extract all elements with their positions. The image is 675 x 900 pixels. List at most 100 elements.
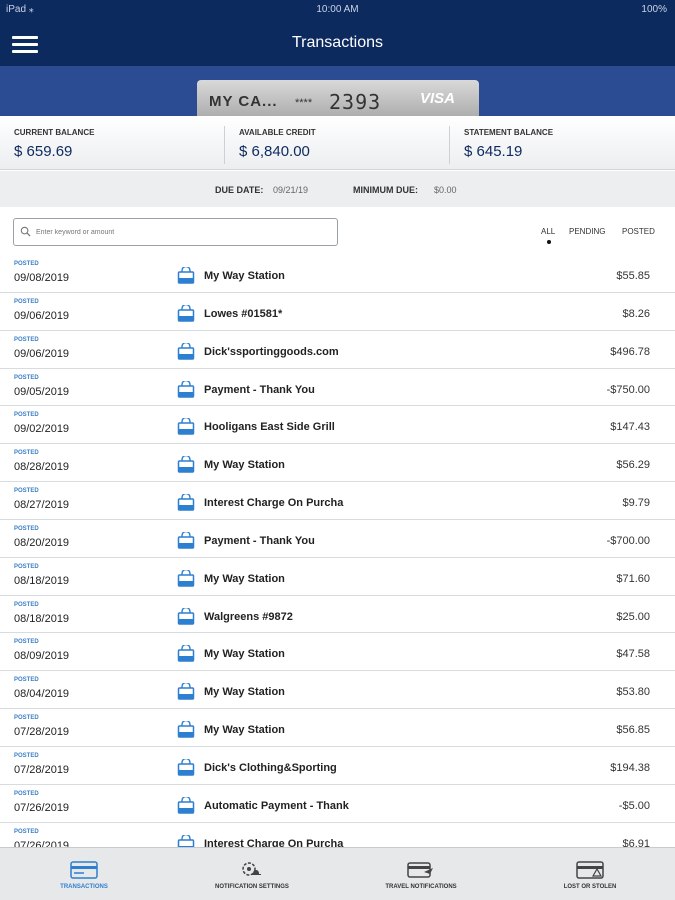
shopping-bag-icon: [177, 607, 195, 625]
filter-posted[interactable]: POSTED: [622, 227, 655, 236]
statement-balance: STATEMENT BALANCE $ 645.19: [464, 116, 664, 170]
transaction-status: POSTED: [14, 639, 39, 646]
transaction-row[interactable]: POSTED 08/09/2019 My Way Station $47.58: [0, 633, 675, 672]
transaction-row[interactable]: POSTED 07/26/2019 Automatic Payment - Than…: [0, 785, 675, 823]
statement-balance-label: STATEMENT BALANCE: [464, 128, 554, 137]
transaction-status: POSTED: [14, 563, 39, 570]
transaction-row[interactable]: POSTED 08/18/2019 My Way Station $71.60: [0, 558, 675, 596]
transaction-amount: $147.43: [610, 421, 650, 434]
transaction-date: 09/06/2019: [14, 347, 70, 360]
transaction-amount: $53.80: [616, 686, 650, 699]
transaction-description: My Way Station: [204, 459, 285, 472]
minimum-due-label: MINIMUM DUE:: [353, 185, 418, 195]
transaction-row[interactable]: POSTED 08/20/2019 Payment - Thank You -$700…: [0, 520, 675, 558]
transaction-status: POSTED: [14, 261, 39, 267]
shopping-bag-icon: [177, 418, 195, 436]
tab-travel-notifications[interactable]: TRAVEL NOTIFICATIONS: [337, 848, 505, 900]
available-credit: AVAILABLE CREDIT $ 6,840.00: [239, 116, 439, 170]
search-box[interactable]: [13, 218, 338, 246]
transaction-date: 09/08/2019: [14, 272, 70, 284]
transaction-amount: $25.00: [616, 610, 650, 623]
transaction-date: 07/26/2019: [14, 801, 70, 814]
transaction-row[interactable]: POSTED 08/28/2019 My Way Station $56.29: [0, 444, 675, 483]
tab-lost-or-stolen[interactable]: LOST OR STOLEN: [506, 848, 674, 900]
due-date-value: 09/21/19: [273, 185, 309, 195]
available-credit-value: $ 6,840.00: [239, 143, 310, 160]
transaction-status: POSTED: [14, 450, 39, 457]
transaction-date: 09/05/2019: [14, 385, 70, 398]
transaction-status: POSTED: [14, 601, 39, 608]
transaction-row[interactable]: POSTED 08/18/2019 Walgreens #9872 $25.00: [0, 596, 675, 634]
transaction-row[interactable]: POSTED 07/26/2019 Interest Charge On Purch…: [0, 823, 675, 847]
credit-card[interactable]: MY CA... **** 2393 VISA: [197, 80, 479, 120]
tab-label: LOST OR STOLEN: [563, 884, 617, 890]
transaction-amount: $496.78: [610, 345, 650, 358]
shopping-bag-icon: [177, 494, 195, 511]
transaction-amount: $55.85: [616, 270, 650, 282]
transaction-row[interactable]: POSTED 09/06/2019 Lowes #01581* $8.26: [0, 293, 675, 331]
filter-all[interactable]: ALL: [541, 227, 555, 236]
shopping-bag-icon: [177, 456, 195, 473]
filter-pending[interactable]: PENDING: [569, 227, 605, 236]
transaction-description: Dick's Clothing&Sporting: [204, 761, 337, 774]
transaction-date: 07/28/2019: [14, 763, 70, 776]
transaction-date: 09/06/2019: [14, 309, 70, 322]
transaction-amount: $47.58: [616, 648, 650, 661]
transaction-date: 08/18/2019: [14, 574, 70, 587]
tab-notification-settings[interactable]: NOTIFICATION SETTINGS: [168, 848, 336, 900]
active-filter-indicator: [547, 240, 551, 244]
due-date-label: DUE DATE:: [215, 185, 264, 195]
page-title: Transactions: [292, 34, 383, 51]
transaction-amount: -$750.00: [606, 383, 650, 396]
transaction-row[interactable]: POSTED 08/04/2019 My Way Station $53.80: [0, 671, 675, 710]
transaction-date: 08/09/2019: [14, 650, 70, 663]
transaction-row[interactable]: POSTED 08/27/2019 Interest Charge On Purch…: [0, 482, 675, 520]
gear-bell-icon: [242, 862, 261, 876]
battery-label: 100%: [641, 4, 667, 15]
transaction-amount: -$700.00: [606, 534, 650, 547]
nav-bar: Transactions: [0, 20, 675, 66]
transaction-row[interactable]: POSTED 09/08/2019 My Way Station $55.85: [0, 255, 675, 293]
transaction-description: Payment - Thank You: [204, 534, 315, 547]
status-bar: iPad ⁎ 10:00 AM 100%: [0, 0, 675, 20]
transaction-description: Hooligans East Side Grill: [204, 421, 335, 434]
shopping-bag-icon: [177, 342, 195, 360]
transaction-description: Walgreens #9872: [204, 610, 293, 623]
transaction-row[interactable]: POSTED 09/02/2019 Hooligans East Side Gril…: [0, 406, 675, 445]
shopping-bag-icon: [177, 531, 195, 549]
transaction-row[interactable]: POSTED 09/05/2019 Payment - Thank You -$750…: [0, 369, 675, 407]
card-mask: ****: [295, 97, 313, 109]
transaction-row[interactable]: POSTED 07/28/2019 My Way Station $56.85: [0, 709, 675, 747]
shopping-bag-icon: [177, 834, 195, 847]
transaction-description: My Way Station: [204, 686, 285, 699]
shopping-bag-icon: [177, 796, 195, 814]
transaction-row[interactable]: POSTED 07/28/2019 Dick's Clothing&Sporting…: [0, 747, 675, 785]
clock: 10:00 AM: [316, 4, 359, 15]
search-icon: [20, 226, 31, 237]
transaction-row[interactable]: POSTED 09/06/2019 Dick'ssportinggoods.com $…: [0, 331, 675, 369]
transaction-date: 08/27/2019: [14, 499, 70, 512]
transaction-description: My Way Station: [204, 270, 285, 282]
current-balance-label: CURRENT BALANCE: [14, 128, 95, 137]
transaction-status: POSTED: [14, 298, 39, 305]
transaction-status: POSTED: [14, 715, 39, 722]
statement-balance-value: $ 645.19: [464, 143, 523, 160]
search-input[interactable]: [36, 224, 326, 240]
divider: [449, 126, 450, 164]
tab-label: TRANSACTIONS: [60, 884, 108, 890]
transaction-description: Dick'ssportinggoods.com: [204, 345, 339, 358]
transaction-list[interactable]: POSTED 09/08/2019 My Way Station $55.85 POST…: [0, 255, 675, 847]
minimum-due-value: $0.00: [434, 185, 457, 195]
divider: [224, 126, 225, 164]
visa-logo: VISA: [419, 90, 455, 107]
tab-transactions[interactable]: TRANSACTIONS: [0, 848, 168, 900]
transaction-status: POSTED: [14, 336, 39, 343]
transaction-amount: $71.60: [616, 572, 650, 585]
tab-label: TRAVEL NOTIFICATIONS: [385, 884, 457, 890]
balance-summary: CURRENT BALANCE $ 659.69 AVAILABLE CREDI…: [0, 116, 675, 170]
transaction-description: My Way Station: [204, 724, 285, 737]
tab-label: NOTIFICATION SETTINGS: [215, 884, 289, 890]
transaction-status: POSTED: [14, 828, 39, 835]
transaction-status: POSTED: [14, 525, 39, 532]
available-credit-label: AVAILABLE CREDIT: [239, 128, 316, 137]
